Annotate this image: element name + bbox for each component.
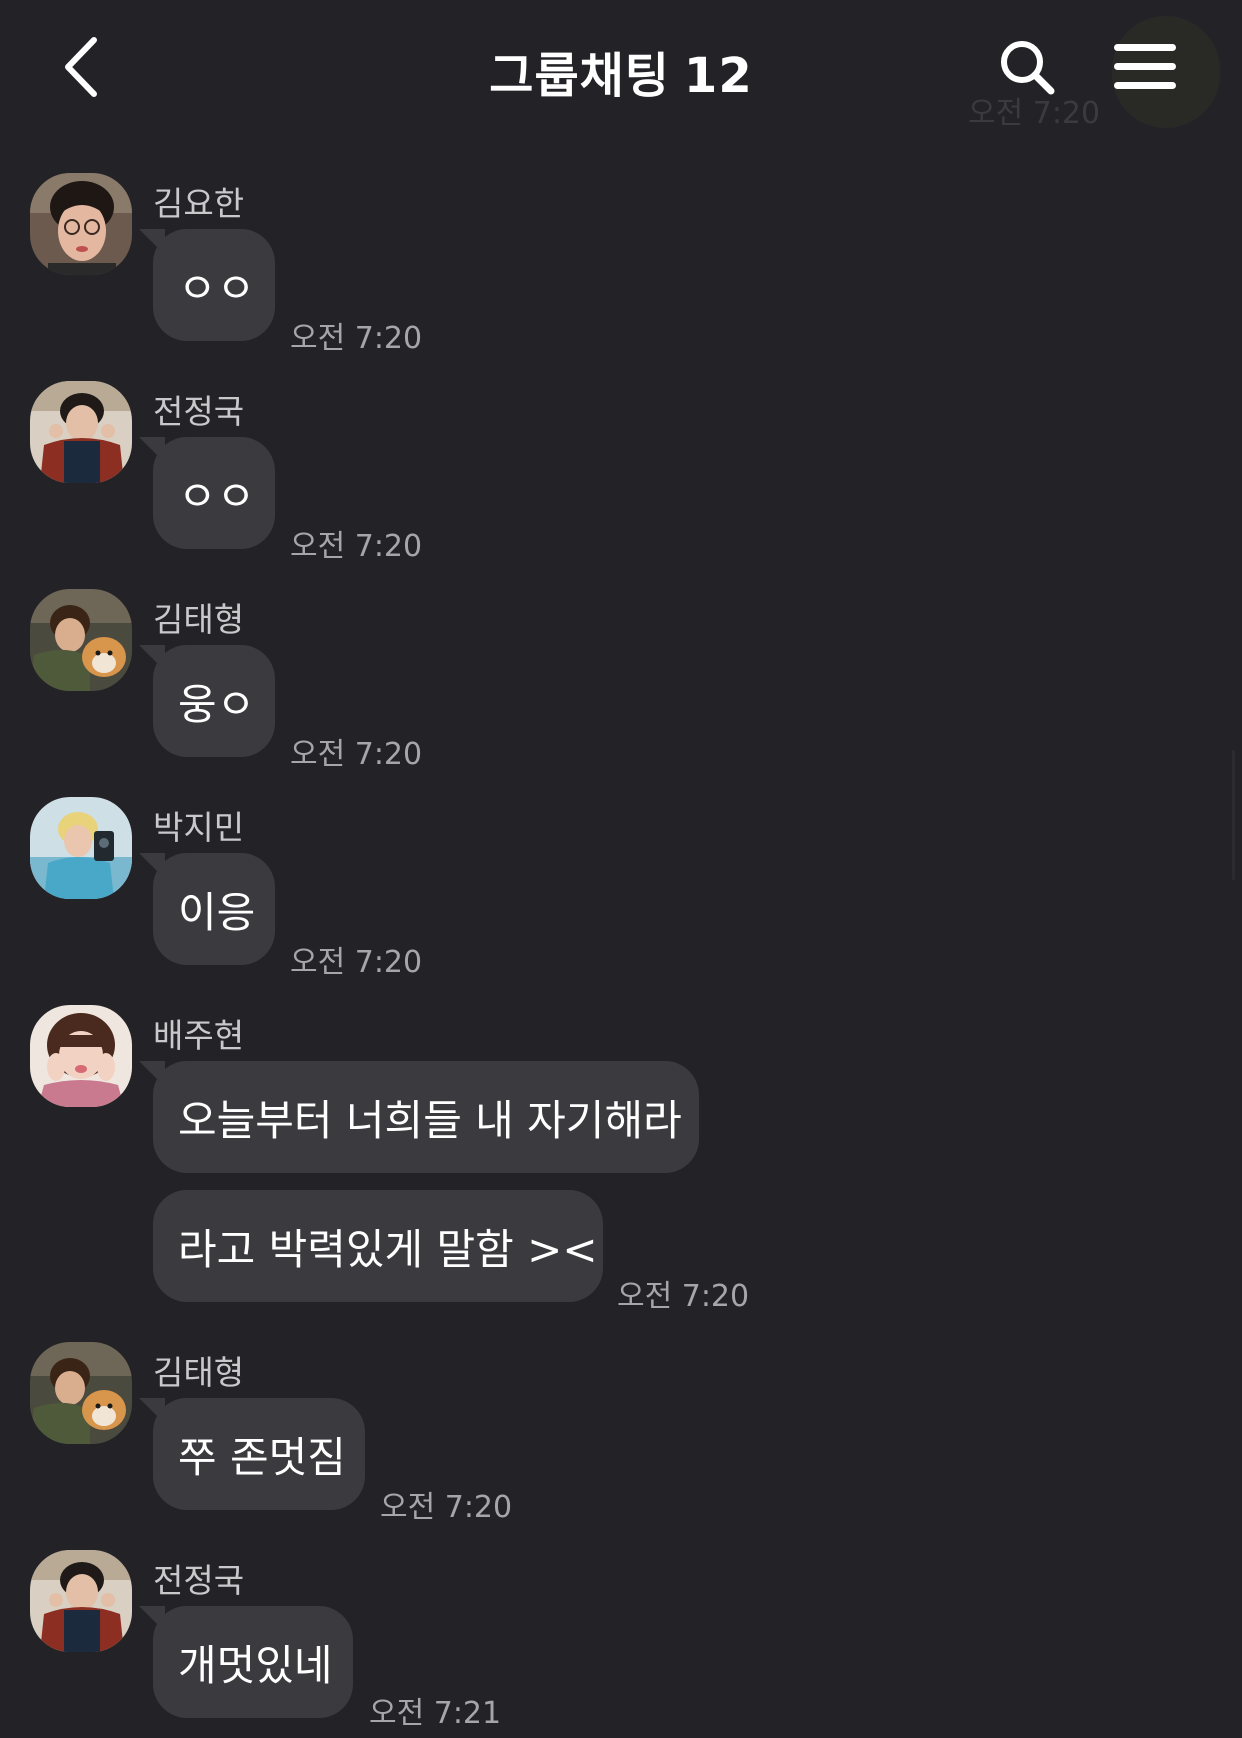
avatar-kim-yohan[interactable] xyxy=(30,173,132,275)
scrollbar[interactable] xyxy=(1232,750,1235,880)
message-bubble[interactable]: 개멋있네 xyxy=(139,1606,353,1718)
search-button[interactable] xyxy=(990,30,1064,104)
sender-name: 배주현 xyxy=(153,1016,245,1055)
message-timestamp: 오전 7:20 xyxy=(290,529,423,564)
message-bubble[interactable]: 웅ㅇ xyxy=(139,645,275,757)
avatar-image xyxy=(30,381,132,483)
avatar-image xyxy=(30,589,132,691)
menu-icon xyxy=(1114,44,1176,89)
message-bubble[interactable]: ㅇㅇ xyxy=(139,437,275,549)
avatar-jeon-jungkook[interactable] xyxy=(30,1550,132,1652)
message-timestamp: 오전 7:20 xyxy=(380,1490,513,1525)
search-icon xyxy=(1001,41,1055,95)
message-bubble[interactable]: ㅇㅇ xyxy=(139,229,275,341)
message-timestamp: 오전 7:20 xyxy=(290,321,423,356)
sender-name: 김요한 xyxy=(153,184,245,223)
message-bubble[interactable]: 라고 박력있게 말함 >< xyxy=(153,1190,603,1302)
avatar-image xyxy=(30,173,132,275)
avatar-image xyxy=(30,797,132,899)
avatar-image xyxy=(30,1005,132,1107)
message-timestamp: 오전 7:20 xyxy=(617,1279,750,1314)
avatar-bae-joohyun[interactable] xyxy=(30,1005,132,1107)
avatar-jeon-jungkook[interactable] xyxy=(30,381,132,483)
message-bubble[interactable]: 오늘부터 너희들 내 자기해라 xyxy=(139,1061,699,1173)
back-button[interactable] xyxy=(50,32,110,102)
chat-header: 오전 7:20 그룹채팅 12 xyxy=(0,0,1242,140)
message-timestamp: 오전 7:21 xyxy=(369,1696,502,1731)
chat-name: 그룹채팅 xyxy=(489,48,670,104)
chevron-left-icon xyxy=(65,37,97,97)
message-bubble[interactable]: 쭈 존멋짐 xyxy=(139,1398,365,1510)
avatar-kim-taehyung[interactable] xyxy=(30,1342,132,1444)
sender-name: 김태형 xyxy=(153,1353,245,1392)
avatar-image xyxy=(30,1342,132,1444)
sender-name: 김태형 xyxy=(153,600,245,639)
message-timestamp: 오전 7:20 xyxy=(290,737,423,772)
member-count: 12 xyxy=(683,48,753,104)
avatar-image xyxy=(30,1550,132,1652)
menu-button[interactable] xyxy=(1108,30,1182,104)
sender-name: 전정국 xyxy=(153,392,245,431)
sender-name: 전정국 xyxy=(153,1561,245,1600)
avatar-kim-taehyung[interactable] xyxy=(30,589,132,691)
message-bubble[interactable]: 이응 xyxy=(139,853,275,965)
avatar-park-jimin[interactable] xyxy=(30,797,132,899)
message-timestamp: 오전 7:20 xyxy=(290,945,423,980)
sender-name: 박지민 xyxy=(153,808,245,847)
